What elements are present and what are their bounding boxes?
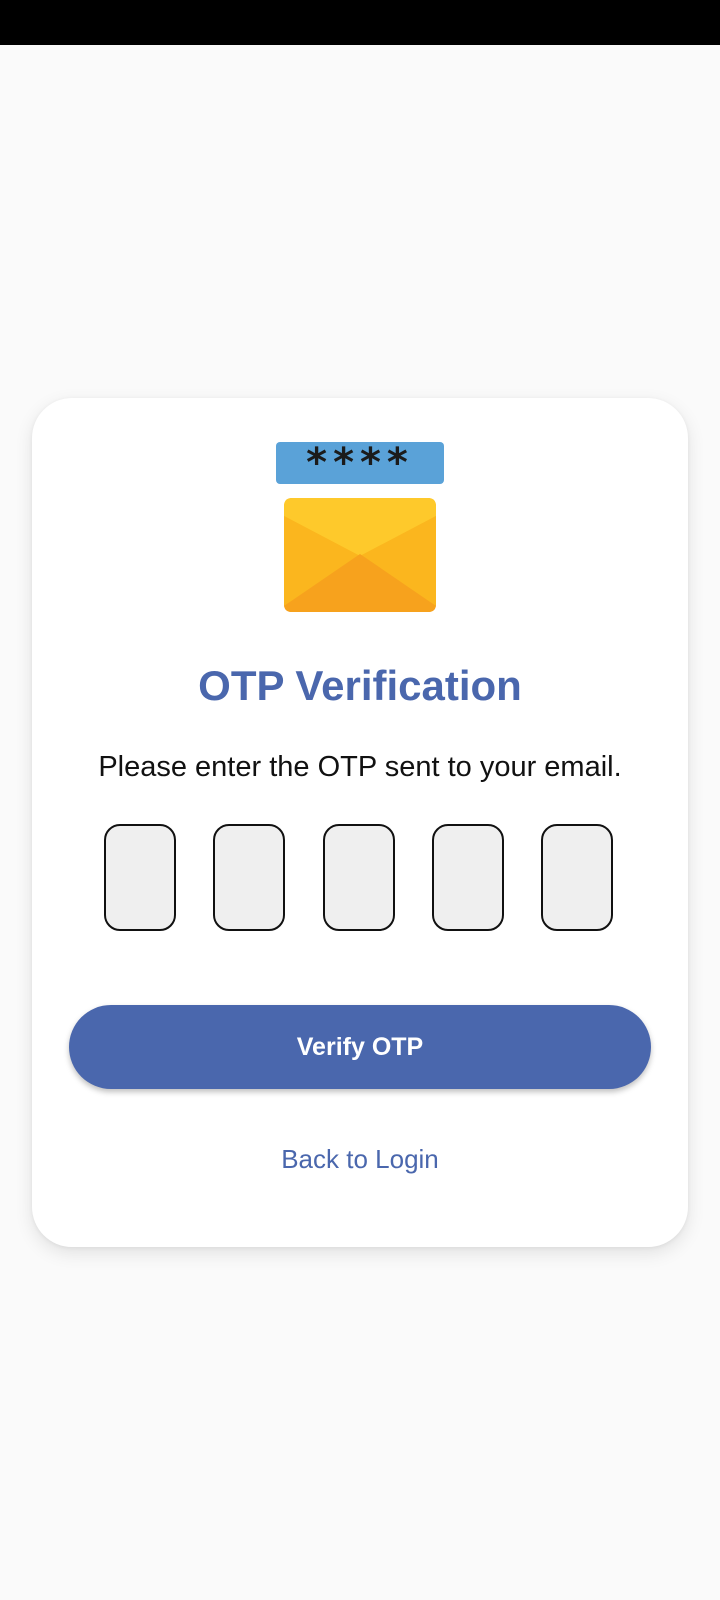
- otp-digit-3[interactable]: [323, 824, 395, 931]
- page-title: OTP Verification: [198, 662, 522, 709]
- status-bar: [0, 0, 720, 45]
- back-to-login-link[interactable]: Back to Login: [32, 1142, 688, 1176]
- masked-code: ****: [306, 442, 414, 486]
- email-otp-icon: ****: [32, 442, 688, 614]
- otp-digit-2[interactable]: [213, 824, 285, 931]
- otp-instructions: Please enter the OTP sent to your email.: [98, 751, 622, 783]
- verify-otp-button[interactable]: Verify OTP: [69, 1005, 651, 1089]
- otp-digit-1[interactable]: [104, 824, 176, 931]
- otp-input-group: [32, 824, 688, 934]
- otp-card: **** OTP Verification Please enter the O…: [32, 398, 688, 1247]
- envelope-password-icon: ****: [276, 442, 444, 612]
- otp-digit-5[interactable]: [541, 824, 613, 931]
- otp-digit-4[interactable]: [432, 824, 504, 931]
